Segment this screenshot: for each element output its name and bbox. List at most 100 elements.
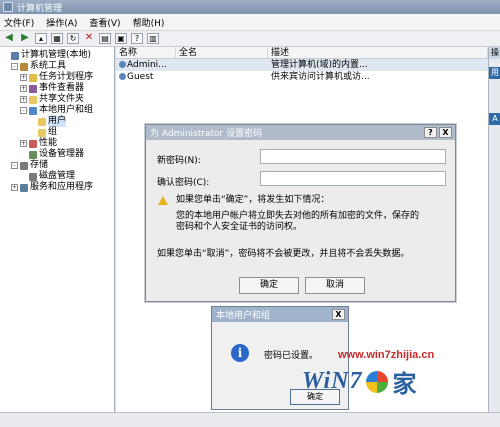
- tree-item-label: 共享文件夹: [39, 94, 85, 104]
- disk-icon: [29, 172, 37, 181]
- dialog-title: 为 Administrator 设置密码: [150, 129, 263, 139]
- show-tree-icon[interactable]: ▦: [51, 33, 63, 44]
- tree-item-label: 存储: [30, 160, 49, 170]
- user-icon: [119, 61, 126, 68]
- column-name[interactable]: 名称: [116, 47, 176, 58]
- table-row[interactable]: Admini... 管理计算机(域)的内置...: [116, 59, 488, 71]
- tree-item[interactable]: + 任务计划程序: [0, 72, 114, 83]
- tree-item-label: 服务和应用程序: [30, 182, 94, 192]
- tree-item-label: 任务计划程序: [39, 72, 94, 82]
- tree-item[interactable]: 组: [0, 127, 114, 138]
- user-fullname: [176, 59, 268, 71]
- confirm-password-label: 确认密码(C):: [157, 178, 210, 188]
- tree-item[interactable]: + 性能: [0, 138, 114, 149]
- expand-icon[interactable]: +: [20, 85, 27, 92]
- cancel-note: 如果您单击“取消”，密码将不会被更改，并且将不会丢失数据。: [157, 249, 410, 259]
- expand-icon[interactable]: +: [20, 96, 27, 103]
- collapse-icon[interactable]: -: [11, 162, 18, 169]
- tree-item[interactable]: 设备管理器: [0, 149, 114, 160]
- clock-icon: [29, 73, 37, 82]
- actions-item-users[interactable]: 用: [489, 67, 500, 79]
- help-icon[interactable]: ?: [131, 33, 143, 44]
- tree-item[interactable]: + 服务和应用程序: [0, 182, 114, 193]
- menubar: 文件(F) 操作(A) 查看(V) 帮助(H): [0, 14, 500, 31]
- info-icon: i: [231, 344, 249, 362]
- event-icon: [29, 84, 37, 93]
- folder-icon: [38, 128, 46, 137]
- tree-item-label: 计算机管理(本地): [21, 50, 92, 60]
- close-button[interactable]: X: [439, 127, 452, 138]
- window-title: 计算机管理: [17, 3, 63, 14]
- close-button[interactable]: X: [332, 309, 345, 320]
- user-fullname: [176, 71, 268, 83]
- folder-icon: [38, 117, 46, 126]
- up-folder-icon[interactable]: ▴: [35, 33, 47, 44]
- ok-button[interactable]: 确定: [239, 277, 299, 294]
- dialog-titlebar: 为 Administrator 设置密码 ? X: [146, 125, 455, 140]
- tree-item[interactable]: - 本地用户和组: [0, 105, 114, 116]
- computer-icon: [11, 51, 19, 60]
- help-button[interactable]: ?: [424, 127, 437, 138]
- toolbar: ◀ ▶ ▴ ▦ ↻ ✕ ▤ ▣ ? ▥: [0, 31, 500, 47]
- back-arrow-icon[interactable]: ◀: [3, 33, 15, 44]
- watermark-win7-text: WiN7: [302, 368, 363, 394]
- forward-arrow-icon[interactable]: ▶: [19, 33, 31, 44]
- tree-item[interactable]: + 事件查看器: [0, 83, 114, 94]
- cancel-button[interactable]: 取消: [305, 277, 365, 294]
- tree-item[interactable]: 磁盘管理: [0, 171, 114, 182]
- menu-view[interactable]: 查看(V): [89, 16, 120, 29]
- tree-item[interactable]: + 共享文件夹: [0, 94, 114, 105]
- services-icon: [20, 183, 28, 192]
- new-password-label: 新密码(N):: [157, 156, 201, 166]
- actions-item-admin[interactable]: A: [489, 113, 500, 125]
- user-icon: [119, 73, 126, 80]
- column-fullname[interactable]: 全名: [176, 47, 268, 58]
- watermark-logo: WiN7 家: [302, 364, 416, 399]
- table-row[interactable]: Guest 供来宾访问计算机或访...: [116, 71, 488, 83]
- tree-item-label: 设备管理器: [39, 149, 85, 159]
- actions-header: 操: [489, 47, 500, 59]
- menu-action[interactable]: 操作(A): [46, 16, 77, 29]
- tree-item-label: 本地用户和组: [39, 105, 94, 115]
- expand-icon[interactable]: +: [20, 74, 27, 81]
- menu-file[interactable]: 文件(F): [4, 16, 34, 29]
- tree-item-label: 组: [48, 127, 58, 137]
- window-titlebar: 计算机管理: [0, 0, 500, 14]
- tree-item-label: 用户: [48, 116, 67, 127]
- watermark-suffix: 家: [392, 370, 417, 398]
- storage-icon: [20, 161, 28, 170]
- confirm-password-input[interactable]: [260, 171, 446, 186]
- properties-icon[interactable]: ▤: [99, 33, 111, 44]
- tree-item-label: 性能: [39, 138, 58, 148]
- action-pane-icon[interactable]: ▥: [147, 33, 159, 44]
- windows-flag-icon: [366, 370, 389, 393]
- new-password-input[interactable]: [260, 149, 446, 164]
- warning-line-2: 密码和个人安全证书的访问权。: [176, 222, 303, 232]
- tree-item-label: 系统工具: [30, 61, 67, 71]
- refresh-icon[interactable]: ↻: [67, 33, 79, 44]
- tools-icon: [20, 62, 28, 71]
- column-description[interactable]: 描述: [268, 47, 488, 58]
- user-name: Admini...: [127, 60, 167, 70]
- tree-item-label: 磁盘管理: [39, 171, 76, 181]
- computer-management-icon: [3, 2, 13, 12]
- expand-icon[interactable]: +: [20, 140, 27, 147]
- collapse-icon[interactable]: -: [11, 63, 18, 70]
- collapse-icon[interactable]: -: [20, 107, 27, 114]
- delete-icon[interactable]: ✕: [83, 33, 95, 44]
- tree-item[interactable]: - 系统工具: [0, 61, 114, 72]
- warning-icon: [158, 196, 168, 205]
- message-title: 本地用户和组: [216, 311, 271, 321]
- statusbar: [0, 412, 500, 427]
- tree-item[interactable]: 计算机管理(本地): [0, 50, 114, 61]
- expand-icon[interactable]: +: [11, 184, 18, 191]
- export-icon[interactable]: ▣: [115, 33, 127, 44]
- users-icon: [29, 106, 37, 115]
- actions-pane: 操 用 A: [488, 47, 500, 412]
- watermark-url: www.win7zhijia.cn: [338, 349, 435, 361]
- tree-item[interactable]: - 存储: [0, 160, 114, 171]
- menu-help[interactable]: 帮助(H): [133, 16, 165, 29]
- tree-item[interactable]: 用户: [0, 116, 114, 127]
- user-name: Guest: [127, 72, 154, 82]
- performance-icon: [29, 139, 37, 148]
